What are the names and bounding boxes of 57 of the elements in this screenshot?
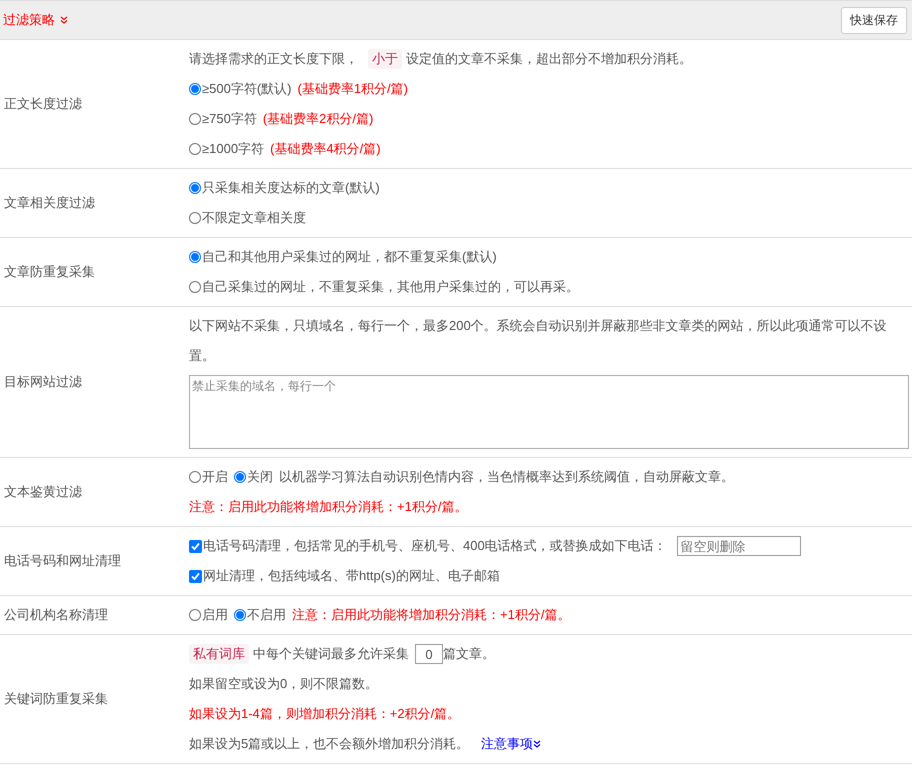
radio-button[interactable] — [189, 609, 201, 621]
radio-label[interactable]: 自己和其他用户采集过的网址，都不重复采集(默认) — [202, 242, 497, 272]
highlight-tag: 私有词库 — [189, 644, 249, 664]
radio-label[interactable]: 只采集相关度达标的文章(默认) — [202, 173, 380, 203]
radio-button[interactable] — [234, 609, 246, 621]
hint-text: 请选择需求的正文长度下限， — [189, 50, 358, 68]
radio-button[interactable] — [189, 281, 201, 293]
radio-button[interactable] — [234, 471, 246, 483]
warning-text: (基础费率1积分/篇) — [297, 80, 408, 98]
radio-label[interactable]: ≥500字符(默认) — [202, 74, 292, 104]
radio-label[interactable]: 不启用 — [247, 600, 286, 630]
hint-text: 设定值的文章不采集，超出部分不增加积分消耗。 — [406, 50, 692, 68]
hint-text: 中每个关键词最多允许采集 — [253, 645, 409, 663]
warning-text: 如果设为1-4篇，则增加积分消耗：+2积分/篇。 — [189, 705, 460, 723]
radio-label[interactable]: 开启 — [202, 462, 228, 492]
setting-label: 公司机构名称清理 — [4, 606, 108, 624]
warning-text: (基础费率4积分/篇) — [270, 140, 381, 158]
warning-text: (基础费率2积分/篇) — [262, 110, 374, 128]
radio-button[interactable] — [189, 212, 201, 224]
checkbox[interactable] — [189, 570, 202, 582]
hint-text: 如果设为5篇或以上，也不会额外增加积分消耗。 — [189, 735, 470, 753]
checkbox-label[interactable]: 电话号码清理，包括常见的手机号、座机号、400电话格式，或替换成如下电话： — [203, 531, 667, 561]
quick-save-button[interactable]: 快速保存 — [841, 6, 907, 34]
double-chevron-icon — [533, 740, 542, 748]
domain-textarea[interactable]: 禁止采集的域名，每行一个 — [189, 375, 909, 449]
radio-button[interactable] — [189, 251, 201, 263]
radio-label[interactable]: ≥750字符 — [202, 104, 257, 134]
hint-text: 以下网站不采集，只填域名，每行一个，最多200个。系统会自动识别并屏蔽那些非文章类的网站，所以此项通常可以不设置。 — [189, 317, 888, 365]
setting-label: 目标网站过滤 — [4, 373, 82, 391]
highlight-tag: 小于 — [368, 49, 402, 69]
setting-label: 正文长度过滤 — [4, 95, 82, 113]
checkbox[interactable] — [189, 540, 202, 552]
warning-text: 注意：启用此功能将增加积分消耗：+1积分/篇。 — [189, 498, 468, 516]
setting-label: 电话号码和网址清理 — [4, 552, 121, 570]
radio-button[interactable] — [189, 83, 201, 95]
hint-text: 篇文章。 — [443, 645, 495, 663]
setting-label: 文章相关度过滤 — [4, 194, 95, 212]
radio-button[interactable] — [189, 471, 201, 483]
radio-button[interactable] — [189, 143, 201, 155]
double-chevron-icon — [60, 16, 68, 24]
notes-link[interactable]: 注意事项 — [481, 729, 542, 759]
radio-label[interactable]: 启用 — [202, 600, 228, 630]
checkbox-label[interactable]: 网址清理，包括纯域名、带http(s)的网址、电子邮箱 — [203, 561, 500, 591]
number-input-field[interactable]: 0 — [415, 644, 443, 664]
setting-label: 文章防重复采集 — [4, 263, 95, 281]
radio-label[interactable]: 不限定文章相关度 — [202, 203, 306, 233]
setting-label: 文本鉴黄过滤 — [4, 483, 82, 501]
phone-input-field[interactable]: 留空则删除 — [676, 536, 801, 556]
warning-text: 注意：启用此功能将增加积分消耗：+1积分/篇。 — [292, 606, 570, 624]
setting-label: 关键词防重复采集 — [4, 690, 108, 708]
radio-button[interactable] — [189, 182, 201, 194]
radio-label[interactable]: 关闭 — [247, 462, 273, 492]
hint-text: 如果留空或设为0，则不限篇数。 — [189, 675, 378, 693]
radio-label[interactable]: ≥1000字符 — [202, 134, 264, 164]
radio-button[interactable] — [189, 113, 201, 125]
radio-label[interactable]: 自己采集过的网址，不重复采集，其他用户采集过的，可以再采。 — [202, 272, 579, 302]
hint-text: 以机器学习算法自动识别色情内容，当色情概率达到系统阈值，自动屏蔽文章。 — [279, 468, 734, 486]
